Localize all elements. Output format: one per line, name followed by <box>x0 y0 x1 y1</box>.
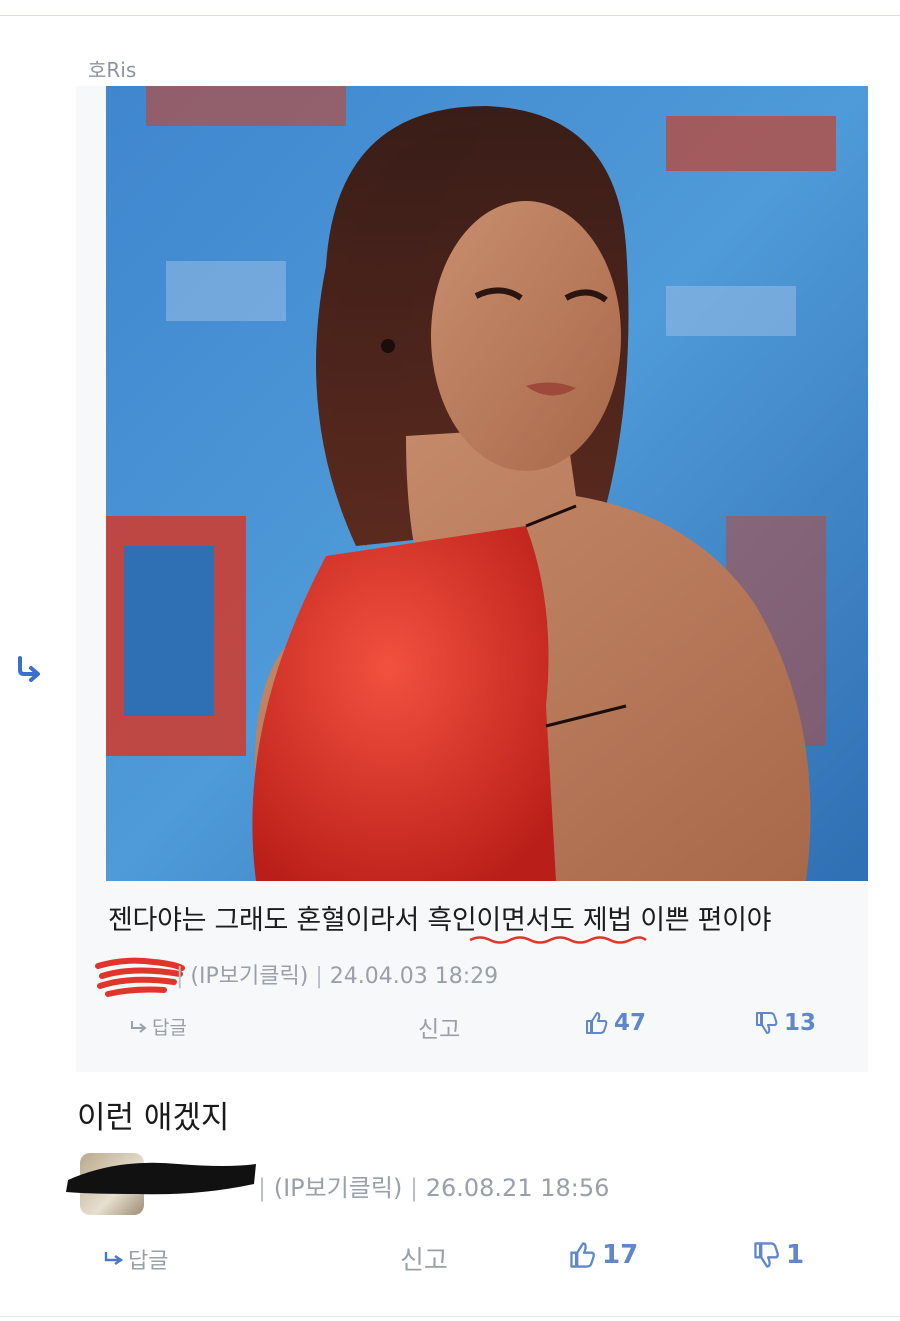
comment-timestamp: 26.08.21 18:56 <box>425 1174 610 1202</box>
redaction-scribble <box>66 1162 256 1195</box>
reply-label: 답글 <box>128 1249 169 1274</box>
reply-label: 답글 <box>152 1017 187 1039</box>
thumbs-up-icon <box>586 1012 608 1034</box>
reply-small-icon <box>131 1020 147 1033</box>
quoted-author[interactable]: 호Ris <box>88 54 136 83</box>
reply-arrow-icon <box>18 656 40 682</box>
thumbs-down-icon <box>756 1012 778 1034</box>
reply-button[interactable]: 답글 <box>104 1243 168 1275</box>
upvote-button[interactable]: 47 <box>584 1010 646 1036</box>
downvote-count: 1 <box>786 1240 805 1270</box>
quoted-comment-image[interactable] <box>106 86 868 881</box>
report-label: 신고 <box>418 1017 461 1043</box>
downvote-button[interactable]: 1 <box>752 1240 804 1270</box>
report-button[interactable]: 신고 <box>418 1010 460 1044</box>
downvote-button[interactable]: 13 <box>754 1010 816 1036</box>
report-button[interactable]: 신고 <box>400 1240 448 1277</box>
red-underline-mark <box>469 936 647 944</box>
downvote-count: 13 <box>784 1010 817 1036</box>
thumbs-up-icon <box>570 1242 595 1268</box>
upvote-count: 17 <box>602 1240 639 1270</box>
quoted-meta: | (IP보기클릭) | 24.04.03 18:29 <box>176 964 499 989</box>
upvote-count: 47 <box>614 1010 647 1036</box>
divider <box>0 1316 900 1317</box>
thumbs-down-icon <box>754 1242 779 1268</box>
ip-link[interactable]: (IP보기클릭) <box>190 964 308 989</box>
comment-meta: | (IP보기클릭) | 26.08.21 18:56 <box>258 1174 610 1202</box>
comment-thread: 호Ris 젠다야는 그래도 혼혈이라서 흑인이면서도 제법 이쁜 편이야 | (… <box>0 0 900 1321</box>
reply-button[interactable]: 답글 <box>130 1013 187 1040</box>
upvote-button[interactable]: 17 <box>568 1240 638 1270</box>
quoted-comment-text: 젠다야는 그래도 혼혈이라서 흑인이면서도 제법 이쁜 편이야 <box>108 905 772 936</box>
divider <box>0 15 900 16</box>
reply-small-icon <box>104 1252 124 1265</box>
redaction-scribble <box>95 957 185 997</box>
report-label: 신고 <box>400 1246 448 1276</box>
comment-text: 이런 애겠지 <box>77 1100 230 1136</box>
ip-link[interactable]: (IP보기클릭) <box>274 1174 403 1202</box>
comment-timestamp: 24.04.03 18:29 <box>329 964 499 989</box>
